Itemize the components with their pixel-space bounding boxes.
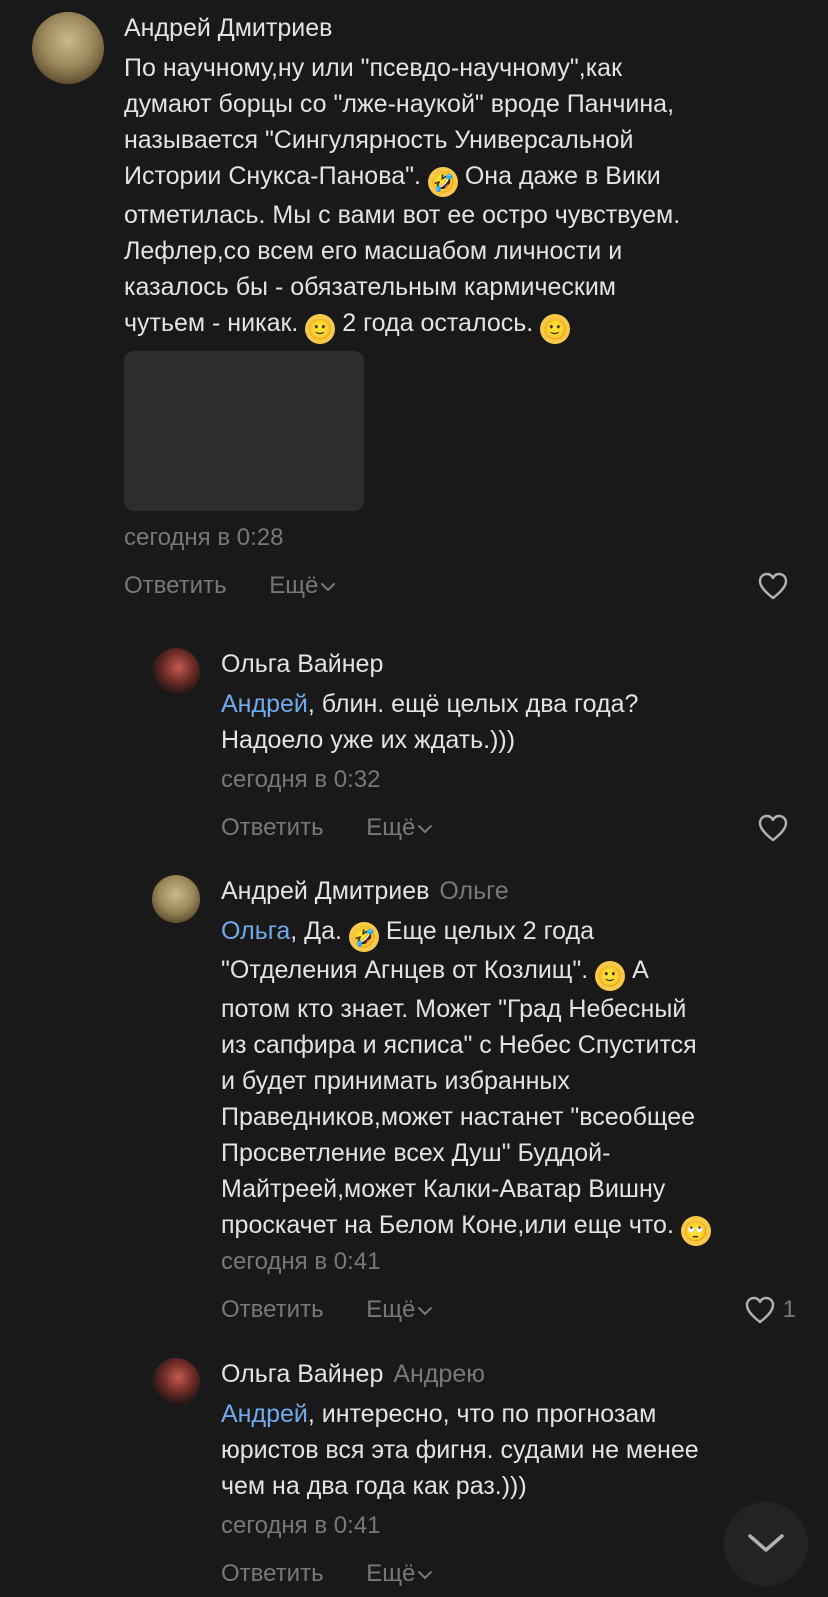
comment-actions: Ответить Ещё — [221, 1560, 433, 1588]
reply-to-label[interactable]: Ольге — [439, 877, 508, 905]
comment-actions: Ответить Ещё — [221, 1296, 433, 1324]
heart-icon — [758, 814, 788, 842]
comment-text: Андрей, интересно, что по прогнозам юрис… — [221, 1400, 699, 1500]
more-button[interactable]: Ещё — [366, 1296, 433, 1324]
comment-time: сегодня в 0:28 — [124, 524, 284, 551]
chevron-down-icon — [748, 1534, 784, 1552]
comment-attachment[interactable] — [124, 351, 364, 511]
avatar[interactable] — [32, 12, 104, 84]
mention-link[interactable]: Андрей — [221, 690, 308, 718]
comments-thread: Андрей Дмитриев По научному,ну или "псев… — [0, 0, 828, 1597]
rofl-emoji-icon: 🤣 — [427, 167, 458, 197]
more-button[interactable]: Ещё — [269, 572, 336, 600]
comment-actions: Ответить Ещё — [124, 572, 336, 600]
comment-text: Андрей, блин. ещё целых два года? Надоел… — [221, 690, 639, 754]
like-button[interactable]: 1 — [745, 1296, 796, 1324]
reply-button[interactable]: Ответить — [221, 1560, 324, 1588]
rofl-emoji-icon: 🤣 — [348, 922, 379, 952]
chevron-down-icon — [418, 1570, 433, 1580]
comment-author[interactable]: Ольга Вайнер Андрею — [221, 1360, 485, 1389]
comment-text: Ольга, Да. 🤣 Еще целых 2 года "Отделения… — [221, 913, 811, 1246]
chevron-down-icon — [418, 1306, 433, 1316]
smile-emoji-icon: 🙂 — [305, 314, 336, 344]
comment-text: По научному,ну или "псевдо-научному",как… — [124, 50, 804, 344]
like-button[interactable] — [758, 572, 796, 600]
smile-emoji-icon: 🙂 — [595, 961, 626, 991]
comment-time: сегодня в 0:41 — [221, 1248, 381, 1275]
avatar[interactable] — [152, 875, 200, 923]
comment-time: сегодня в 0:32 — [221, 766, 381, 793]
reply-button[interactable]: Ответить — [221, 1296, 324, 1324]
smile-emoji-icon: 🙂 — [540, 314, 571, 344]
eye-roll-emoji-icon: 🙄 — [680, 1216, 711, 1246]
heart-icon — [745, 1296, 774, 1324]
comment-author[interactable]: Андрей Дмитриев — [124, 14, 332, 43]
like-count: 1 — [782, 1296, 796, 1323]
heart-icon — [758, 572, 788, 600]
mention-link[interactable]: Ольга — [221, 917, 290, 945]
comment-actions: Ответить Ещё — [221, 814, 433, 842]
reply-button[interactable]: Ответить — [124, 572, 227, 600]
avatar[interactable] — [152, 648, 200, 696]
chevron-down-icon — [418, 824, 433, 834]
scroll-down-button[interactable] — [724, 1502, 808, 1586]
more-button[interactable]: Ещё — [366, 1560, 433, 1588]
chevron-down-icon — [321, 582, 336, 592]
avatar[interactable] — [152, 1358, 200, 1406]
reply-to-label[interactable]: Андрею — [393, 1360, 485, 1388]
mention-link[interactable]: Андрей — [221, 1400, 308, 1428]
comment-author[interactable]: Андрей Дмитриев Ольге — [221, 877, 509, 906]
comment-time: сегодня в 0:41 — [221, 1512, 381, 1539]
comment-author[interactable]: Ольга Вайнер — [221, 650, 383, 679]
reply-button[interactable]: Ответить — [221, 814, 324, 842]
like-button[interactable] — [758, 814, 796, 842]
more-button[interactable]: Ещё — [366, 814, 433, 842]
